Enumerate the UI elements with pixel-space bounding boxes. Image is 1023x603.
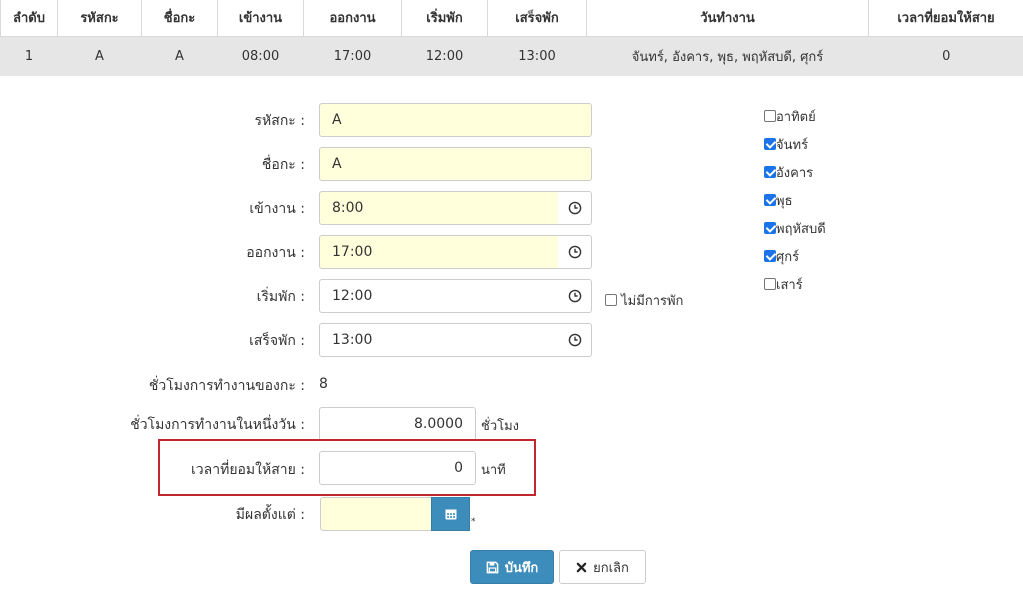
break-end-label: เสร็จพัก : [249,333,305,349]
save-button[interactable]: บันทึก [470,550,554,584]
effective-date-input[interactable] [320,497,432,531]
cancel-button[interactable]: ยกเลิก [559,550,646,584]
col-header-index[interactable]: ลำดับ [0,0,58,37]
daily-hours-label: ชั่วโมงการทำงานในหนึ่งวัน : [130,417,305,433]
late-allowance-unit: นาที [481,463,506,478]
daily-hours-input[interactable]: 8.0000 [319,407,476,441]
col-header-end[interactable]: ออกงาน [303,0,402,37]
cell-late-allowance: 0 [868,36,1023,76]
start-time-input[interactable]: 8:00 [319,191,559,225]
work-hours-label: ชั่วโมงการทำงานของกะ : [148,378,305,394]
day-label: พุธ [776,194,793,209]
daily-hours-unit: ชั่วโมง [481,419,520,434]
break-start-input[interactable]: 12:00 [319,279,559,313]
col-header-work-days[interactable]: วันทำงาน [586,0,869,37]
no-break-label: ไม่มีการพัก [621,294,684,309]
day-option[interactable]: จันทร์ [764,134,808,155]
day-option[interactable]: พุธ [764,190,793,211]
end-time-input[interactable]: 17:00 [319,235,559,269]
cell-break-end: 13:00 [487,36,587,76]
shift-code-input[interactable]: A [319,103,592,137]
break-end-picker-button[interactable] [558,323,592,357]
day-checkbox[interactable] [764,250,776,262]
day-option[interactable]: เสาร์ [764,274,803,295]
start-time-picker-button[interactable] [558,191,592,225]
day-checkbox[interactable] [764,194,776,206]
cell-shift-name: A [141,36,218,76]
clock-icon [568,333,581,347]
cell-break-start: 12:00 [401,36,488,76]
day-label: อาทิตย์ [776,110,816,125]
day-label: พฤหัสบดี [776,222,826,237]
shift-table: ลำดับ รหัสกะ ชื่อกะ เข้างาน ออกงาน เริ่ม… [0,0,1023,76]
save-button-label: บันทึก [504,560,539,576]
cell-start: 08:00 [217,36,304,76]
clock-icon [568,201,581,215]
cell-end: 17:00 [303,36,402,76]
no-break-checkbox[interactable] [605,294,617,306]
day-option[interactable]: อาทิตย์ [764,106,816,127]
required-mark: * [471,517,476,527]
day-label: จันทร์ [776,138,809,153]
col-header-break-start[interactable]: เริ่มพัก [401,0,488,37]
clock-icon [568,289,581,303]
cancel-button-label: ยกเลิก [593,560,629,576]
table-header-row: ลำดับ รหัสกะ ชื่อกะ เข้างาน ออกงาน เริ่ม… [0,0,1023,37]
end-time-picker-button[interactable] [558,235,592,269]
day-checkbox[interactable] [764,166,776,178]
late-allowance-label: เวลาที่ยอมให้สาย : [191,462,305,478]
start-time-label: เข้างาน : [249,201,305,217]
day-label: ศุกร์ [776,250,800,265]
late-allowance-input[interactable]: 0 [319,451,476,485]
break-start-picker-button[interactable] [558,279,592,313]
calendar-icon [445,509,456,520]
day-option[interactable]: ศุกร์ [764,246,799,267]
shift-name-input[interactable]: A [319,147,592,181]
break-end-input[interactable]: 13:00 [319,323,559,357]
shift-name-label: ชื่อกะ : [261,157,305,173]
day-label: อังคาร [776,166,814,181]
shift-code-label: รหัสกะ : [254,113,305,129]
day-checkbox[interactable] [764,110,776,122]
day-checkbox[interactable] [764,138,776,150]
col-header-shift-code[interactable]: รหัสกะ [57,0,142,37]
floppy-disk-icon [486,561,499,573]
break-start-label: เริ่มพัก : [256,289,305,305]
no-break-option[interactable]: ไม่มีการพัก [605,290,683,311]
cell-work-days: จันทร์, อังคาร, พุธ, พฤหัสบดี, ศุกร์ [586,36,869,76]
work-hours-value: 8 [319,376,328,392]
col-header-shift-name[interactable]: ชื่อกะ [141,0,218,37]
col-header-start[interactable]: เข้างาน [217,0,304,37]
day-label: เสาร์ [776,278,803,293]
cell-index: 1 [0,36,58,76]
clock-icon [568,245,581,259]
cell-shift-code: A [57,36,142,76]
day-checkbox[interactable] [764,278,776,290]
close-icon [576,562,587,572]
date-picker-button[interactable] [431,497,470,531]
effective-date-label: มีผลตั้งแต่ : [235,507,305,523]
col-header-late-allowance[interactable]: เวลาที่ยอมให้สาย [868,0,1023,37]
day-option[interactable]: อังคาร [764,162,813,183]
day-option[interactable]: พฤหัสบดี [764,218,826,239]
table-row[interactable]: 1 A A 08:00 17:00 12:00 13:00 จันทร์, อั… [0,36,1023,76]
col-header-break-end[interactable]: เสร็จพัก [487,0,587,37]
day-checkbox[interactable] [764,222,776,234]
end-time-label: ออกงาน : [246,245,305,261]
